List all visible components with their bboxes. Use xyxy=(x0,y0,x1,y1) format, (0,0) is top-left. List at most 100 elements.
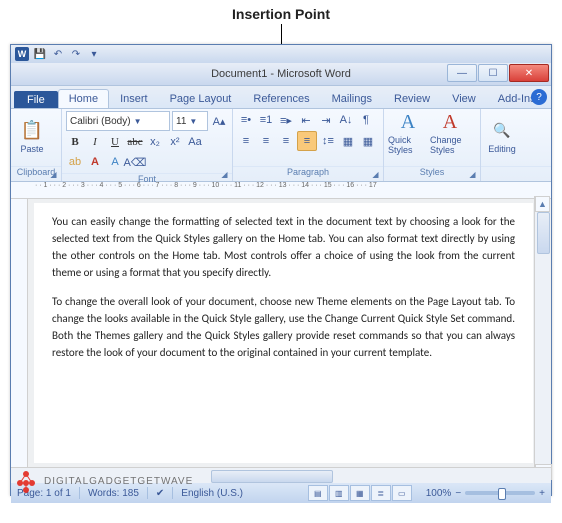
minimize-button[interactable]: — xyxy=(447,64,477,82)
paragraph-1[interactable]: You can easily change the formatting of … xyxy=(52,213,515,281)
increase-indent-icon[interactable]: ⇥ xyxy=(317,111,335,129)
editing-label: Editing xyxy=(488,144,516,154)
underline-icon[interactable]: U xyxy=(106,133,124,151)
bold-icon[interactable]: B xyxy=(66,133,84,151)
group-clipboard: 📋 Paste Clipboard ◢ xyxy=(11,109,62,181)
font-size-combo[interactable]: 11▼ xyxy=(172,111,208,131)
paste-button[interactable]: 📋 Paste xyxy=(15,111,49,161)
quick-styles-button[interactable]: A Quick Styles xyxy=(388,111,428,161)
zoom-in-icon[interactable]: + xyxy=(539,488,545,499)
font-launcher-icon[interactable]: ◢ xyxy=(219,169,230,180)
numbering-icon[interactable]: ≡1 xyxy=(257,111,275,129)
scroll-thumb[interactable] xyxy=(537,212,550,254)
qat-customize-icon[interactable]: ▾ xyxy=(87,47,101,61)
paragraph-2[interactable]: To change the overall look of your docum… xyxy=(52,293,515,361)
align-left-icon[interactable]: ≡ xyxy=(237,132,255,150)
group-paragraph: ≡• ≡1 ≡▸ ⇤ ⇥ A↓ ¶ ≡ ≡ ≡ ≡ ↕≡ ▦ xyxy=(233,109,384,181)
vertical-scrollbar[interactable]: ▲ ▼ xyxy=(534,196,550,480)
styles-group-label: Styles xyxy=(384,166,480,181)
document-area: You can easily change the formatting of … xyxy=(11,199,551,467)
change-styles-label: Change Styles xyxy=(430,135,470,155)
tab-insert[interactable]: Insert xyxy=(109,89,159,108)
paragraph-group-label: Paragraph xyxy=(233,166,383,181)
chevron-down-icon: ▼ xyxy=(134,117,142,126)
paste-label: Paste xyxy=(20,144,43,154)
zoom-control: 100% − + xyxy=(426,488,545,499)
editing-group-label xyxy=(481,166,551,181)
decrease-indent-icon[interactable]: ⇤ xyxy=(297,111,315,129)
tab-page-layout[interactable]: Page Layout xyxy=(159,89,243,108)
change-styles-button[interactable]: A Change Styles xyxy=(430,111,470,161)
borders-icon[interactable]: ▦ xyxy=(359,132,377,150)
font-color-icon[interactable]: A xyxy=(86,153,104,171)
print-layout-view-icon[interactable]: ▤ xyxy=(308,485,328,501)
watermark-text: DIGITALGADGETGETWAVE xyxy=(44,476,193,487)
draft-view-icon[interactable]: ▭ xyxy=(392,485,412,501)
change-case-icon[interactable]: Aa xyxy=(186,133,204,151)
text-effects-icon[interactable]: A xyxy=(106,153,124,171)
help-icon[interactable]: ? xyxy=(531,89,547,105)
zoom-value[interactable]: 100% xyxy=(426,488,452,499)
group-font: Calibri (Body)▼ 11▼ A▴ B I U abc x₂ x² A… xyxy=(62,109,233,181)
ribbon-tabs: File Home Insert Page Layout References … xyxy=(11,86,551,109)
watermark-logo-icon xyxy=(14,469,38,493)
paragraph-launcher-icon[interactable]: ◢ xyxy=(370,169,381,180)
clipboard-launcher-icon[interactable]: ◢ xyxy=(48,169,59,180)
shading-icon[interactable]: ▦ xyxy=(339,132,357,150)
vertical-ruler[interactable] xyxy=(11,199,28,467)
change-styles-icon: A xyxy=(443,111,457,134)
zoom-slider[interactable] xyxy=(465,491,535,495)
chevron-down-icon: ▼ xyxy=(189,117,197,126)
find-icon: 🔍 xyxy=(490,118,514,142)
multilevel-icon[interactable]: ≡▸ xyxy=(277,111,295,129)
caption-label: Insertion Point xyxy=(0,6,562,22)
quick-styles-icon: A xyxy=(401,111,415,134)
strike-icon[interactable]: abc xyxy=(126,133,144,151)
tab-mailings[interactable]: Mailings xyxy=(321,89,383,108)
word-icon: W xyxy=(15,47,29,61)
sort-icon[interactable]: A↓ xyxy=(337,111,355,129)
clear-format-icon[interactable]: A⌫ xyxy=(126,153,144,171)
horizontal-ruler[interactable]: · · 1 · · · 2 · · · 3 · · · 4 · · · 5 · … xyxy=(11,182,551,199)
tab-view[interactable]: View xyxy=(441,89,487,108)
web-layout-view-icon[interactable]: ▦ xyxy=(350,485,370,501)
tab-references[interactable]: References xyxy=(242,89,320,108)
bullets-icon[interactable]: ≡• xyxy=(237,111,255,129)
zoom-knob[interactable] xyxy=(498,488,506,500)
quick-styles-label: Quick Styles xyxy=(388,135,428,155)
ribbon: 📋 Paste Clipboard ◢ Calibri (Body)▼ 11▼ … xyxy=(11,109,551,182)
fullscreen-view-icon[interactable]: ▥ xyxy=(329,485,349,501)
font-family-value: Calibri (Body) xyxy=(70,116,131,127)
maximize-button[interactable]: ☐ xyxy=(478,64,508,82)
styles-launcher-icon[interactable]: ◢ xyxy=(467,169,478,180)
align-center-icon[interactable]: ≡ xyxy=(257,132,275,150)
tab-review[interactable]: Review xyxy=(383,89,441,108)
tab-file[interactable]: File xyxy=(14,91,58,108)
save-icon[interactable]: 💾 xyxy=(33,47,47,61)
undo-icon[interactable]: ↶ xyxy=(51,47,65,61)
grow-font-icon[interactable]: A▴ xyxy=(210,112,228,130)
hscroll-thumb[interactable] xyxy=(211,470,333,483)
font-family-combo[interactable]: Calibri (Body)▼ xyxy=(66,111,170,131)
title-bar: Document1 - Microsoft Word — ☐ ✕ xyxy=(11,63,551,86)
show-marks-icon[interactable]: ¶ xyxy=(357,111,375,129)
subscript-icon[interactable]: x₂ xyxy=(146,133,164,151)
tab-home[interactable]: Home xyxy=(58,89,109,108)
close-button[interactable]: ✕ xyxy=(509,64,549,82)
italic-icon[interactable]: I xyxy=(86,133,104,151)
redo-icon[interactable]: ↷ xyxy=(69,47,83,61)
watermark: DIGITALGADGETGETWAVE xyxy=(14,469,193,493)
superscript-icon[interactable]: x² xyxy=(166,133,184,151)
outline-view-icon[interactable]: ≣ xyxy=(371,485,391,501)
highlight-icon[interactable]: ab xyxy=(66,153,84,171)
font-size-value: 11 xyxy=(176,116,186,127)
editing-button[interactable]: 🔍 Editing xyxy=(485,111,519,161)
justify-icon[interactable]: ≡ xyxy=(297,131,317,151)
zoom-out-icon[interactable]: − xyxy=(455,488,461,499)
align-right-icon[interactable]: ≡ xyxy=(277,132,295,150)
paste-icon: 📋 xyxy=(20,118,44,142)
group-styles: A Quick Styles A Change Styles Styles ◢ xyxy=(384,109,481,181)
scroll-up-icon[interactable]: ▲ xyxy=(535,196,550,212)
line-spacing-icon[interactable]: ↕≡ xyxy=(319,132,337,150)
document-page[interactable]: You can easily change the formatting of … xyxy=(34,203,533,463)
